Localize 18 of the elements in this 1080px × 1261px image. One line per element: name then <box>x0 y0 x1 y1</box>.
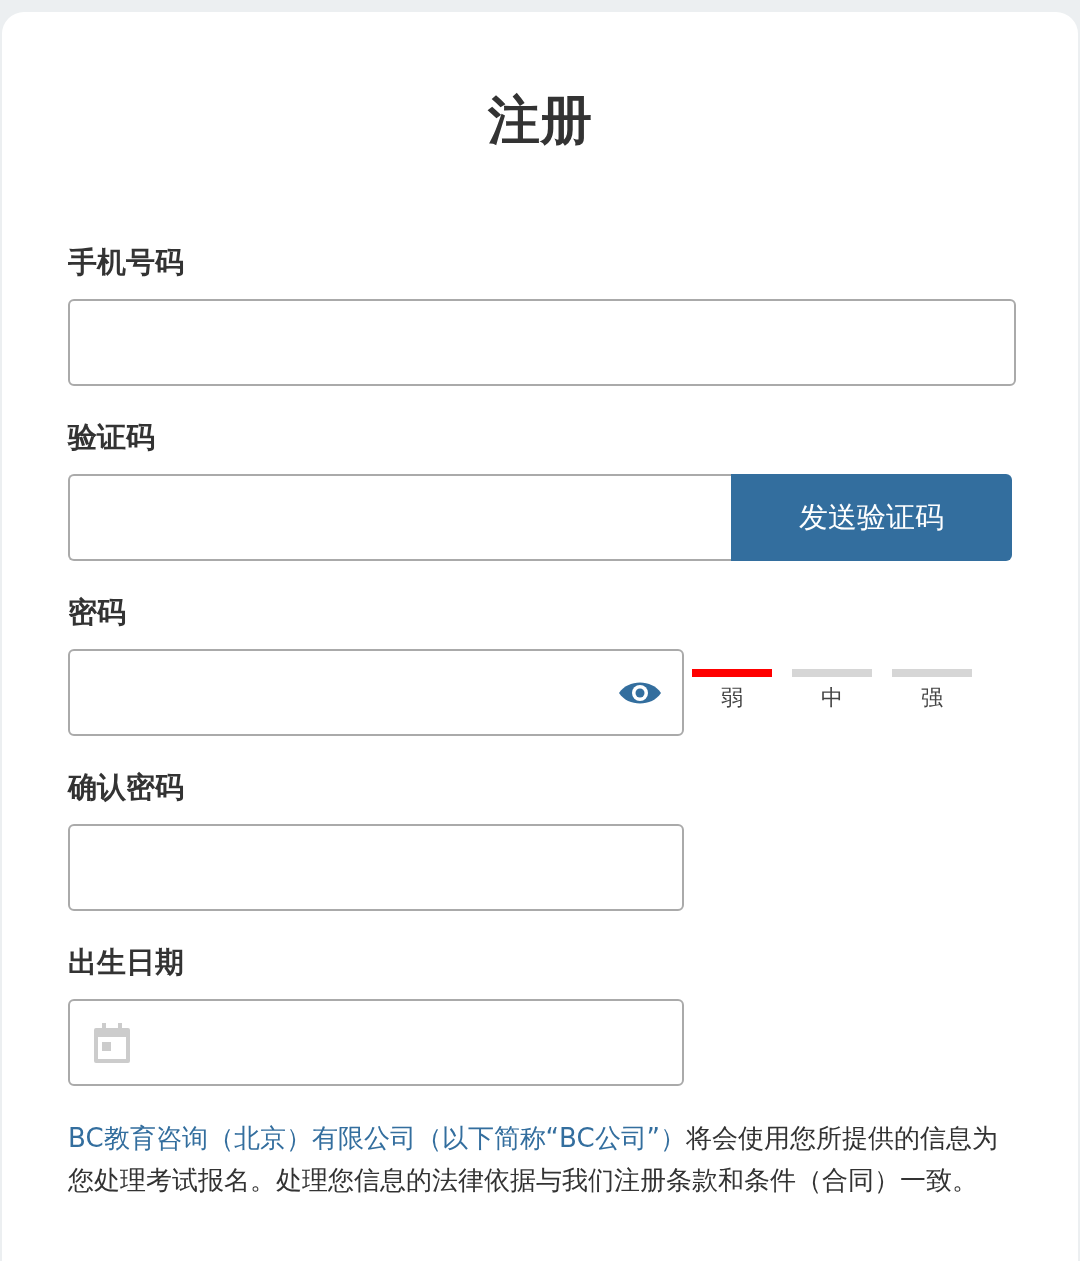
send-code-button[interactable]: 发送验证码 <box>731 474 1012 561</box>
field-label: 出生日期 <box>68 944 185 981</box>
field-label: 密码 <box>68 594 127 631</box>
strength-label: 弱 <box>721 684 743 712</box>
input-field[interactable] <box>68 299 1016 386</box>
company-link[interactable]: BC教育咨询（北京）有限公司（以下简称“BC公司”） <box>68 1123 686 1153</box>
strength-label: 中 <box>821 684 843 712</box>
input-field[interactable] <box>68 474 732 561</box>
field-label: 手机号码 <box>68 244 185 281</box>
field-label: 确认密码 <box>68 769 185 806</box>
input-field[interactable] <box>68 649 684 736</box>
field-label: 验证码 <box>68 419 156 456</box>
page-title: 注册 <box>487 90 593 150</box>
calendar-icon <box>94 1022 130 1063</box>
strength-label: 强 <box>921 684 943 712</box>
notice-text: BC教育咨询（北京）有限公司（以下简称“BC公司”）将会使用您所提供的信息为您处理考试报名。处理您信息的法律依据与我们注册条款和条件（合同）一致。 <box>68 1122 999 1197</box>
date-field[interactable] <box>68 999 684 1086</box>
input-field[interactable] <box>68 824 684 911</box>
